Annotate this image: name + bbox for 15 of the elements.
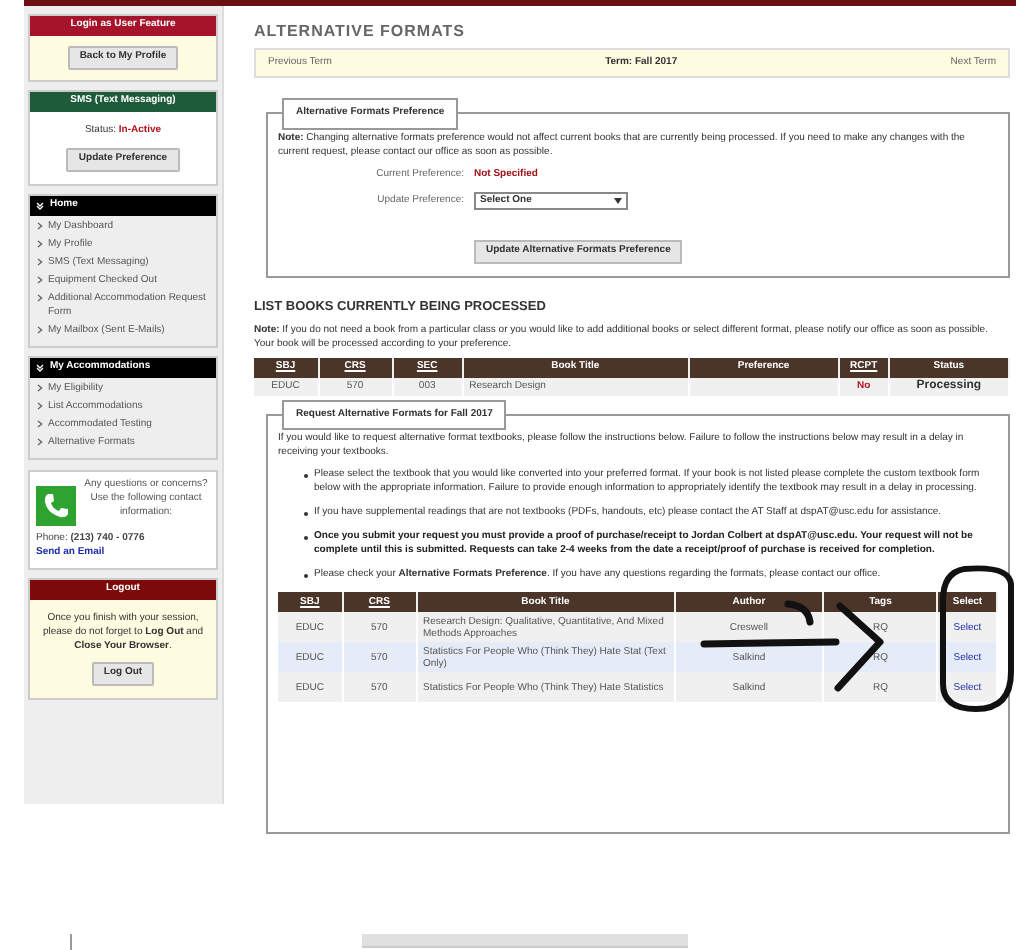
chevron-icon: [36, 276, 44, 284]
chevron-icon: [36, 258, 44, 266]
chevron-icon: [36, 438, 44, 446]
chevron-icon: [36, 201, 44, 209]
chevron-icon: [36, 402, 44, 410]
chevron-icon: [36, 420, 44, 428]
phone-icon: [36, 485, 76, 525]
chevron-icon: [36, 384, 44, 392]
chevron-icon: [36, 240, 44, 248]
chevron-icon: [36, 363, 44, 371]
chevron-icon: [36, 294, 44, 302]
page-title: ALTERNATIVE FORMATS: [254, 20, 467, 40]
chevron-icon: [36, 222, 44, 230]
chevron-icon: [36, 326, 44, 334]
caret-icon: [614, 198, 622, 204]
